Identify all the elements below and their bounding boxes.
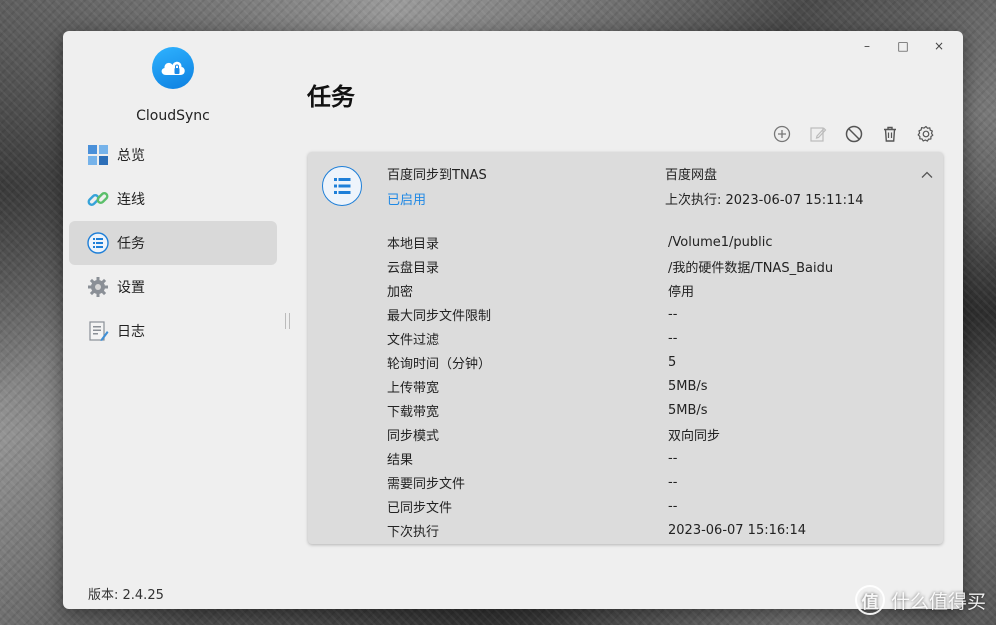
detail-row-next-run: 下次执行 2023-06-07 15:16:14 (387, 518, 927, 542)
detail-value: 双向同步 (668, 428, 721, 444)
site-watermark: 值 什么值得买 (854, 585, 986, 615)
detail-value: 5 (668, 354, 677, 370)
detail-value: 停用 (668, 284, 695, 300)
cloudsync-window: – □ × CloudSync 总览 连线 任务 设置 日志 版本: 2.4.2… (63, 31, 963, 609)
overview-grid-icon (87, 144, 109, 166)
sidebar-nav: 总览 连线 任务 设置 日志 (69, 133, 277, 353)
sidebar-item-connections[interactable]: 连线 (69, 177, 277, 221)
detail-row-sync-mode: 同步模式 双向同步 (387, 422, 927, 446)
collapse-button[interactable] (918, 166, 936, 184)
sidebar-item-label: 连线 (117, 192, 145, 208)
detail-value: -- (668, 306, 678, 322)
sidebar-item-overview[interactable]: 总览 (69, 133, 277, 177)
detail-row-local-dir: 本地目录 /Volume1/public (387, 230, 927, 254)
detail-label: 轮询时间（分钟） (387, 356, 492, 372)
settings-icon (917, 125, 934, 142)
add-task-button[interactable] (764, 122, 800, 146)
sidebar: CloudSync 总览 连线 任务 设置 日志 版本: 2.4.25 (63, 31, 283, 609)
gear-icon (87, 276, 109, 298)
detail-row-encryption: 加密 停用 (387, 278, 927, 302)
detail-label: 已同步文件 (387, 500, 453, 516)
sidebar-resize-handle[interactable] (285, 313, 290, 329)
detail-label: 加密 (387, 284, 414, 300)
sidebar-item-label: 日志 (117, 324, 145, 340)
sidebar-item-settings[interactable]: 设置 (69, 265, 277, 309)
detail-label: 需要同步文件 (387, 476, 466, 492)
detail-value: -- (668, 498, 678, 514)
detail-label: 结果 (387, 452, 414, 468)
detail-value: 5MB/s (668, 402, 708, 418)
edit-task-button[interactable] (800, 122, 836, 146)
task-provider: 百度网盘 (665, 168, 718, 183)
detail-value: /Volume1/public (668, 234, 773, 250)
task-settings-button[interactable] (908, 122, 944, 146)
detail-label: 下载带宽 (387, 404, 440, 420)
sidebar-item-label: 任务 (117, 236, 145, 252)
task-list-icon (87, 232, 109, 254)
watermark-logo-icon: 值 (854, 585, 885, 615)
disable-task-button[interactable] (836, 122, 872, 146)
detail-row-poll-interval: 轮询时间（分钟） 5 (387, 350, 927, 374)
detail-label: 最大同步文件限制 (387, 308, 492, 324)
detail-label: 下次执行 (387, 524, 440, 540)
detail-row-max-file-limit: 最大同步文件限制 -- (387, 302, 927, 326)
version-label: 版本: 2.4.25 (88, 588, 164, 603)
detail-label: 本地目录 (387, 236, 440, 252)
task-card[interactable]: 百度同步到TNAS 已启用 百度网盘 上次执行: 2023-06-07 15:1… (308, 152, 943, 544)
delete-icon (884, 126, 896, 142)
maximize-button[interactable]: □ (885, 35, 921, 57)
disable-icon (845, 125, 863, 143)
window-controls: – □ × (849, 35, 957, 57)
detail-value: /我的硬件数据/TNAS_Baidu (668, 260, 834, 276)
detail-value: 5MB/s (668, 378, 708, 394)
detail-label: 云盘目录 (387, 260, 440, 276)
close-button[interactable]: × (921, 35, 957, 57)
detail-value: -- (668, 474, 678, 490)
detail-label: 同步模式 (387, 428, 440, 444)
task-status: 已启用 (387, 193, 427, 208)
detail-row-synced-files: 已同步文件 -- (387, 494, 927, 518)
cloudsync-logo-icon (152, 47, 194, 89)
minimize-button[interactable]: – (849, 35, 885, 57)
task-list-icon (322, 166, 362, 206)
sidebar-item-tasks[interactable]: 任务 (69, 221, 277, 265)
task-last-run: 上次执行: 2023-06-07 15:11:14 (665, 193, 864, 208)
page-title: 任务 (307, 83, 355, 111)
log-document-icon (87, 320, 109, 342)
detail-value: -- (668, 330, 678, 346)
detail-row-result: 结果 -- (387, 446, 927, 470)
detail-row-file-filter: 文件过滤 -- (387, 326, 927, 350)
chevron-up-icon (921, 171, 933, 178)
sidebar-item-logs[interactable]: 日志 (69, 309, 277, 353)
sidebar-item-label: 设置 (117, 280, 145, 296)
link-icon (87, 188, 109, 210)
app-name: CloudSync (136, 108, 210, 124)
edit-icon (810, 127, 827, 142)
detail-value: 2023-06-07 15:16:14 (668, 522, 807, 538)
detail-label: 文件过滤 (387, 332, 440, 348)
detail-row-download-bandwidth: 下载带宽 5MB/s (387, 398, 927, 422)
detail-row-upload-bandwidth: 上传带宽 5MB/s (387, 374, 927, 398)
watermark-text: 什么值得买 (890, 590, 986, 613)
sidebar-item-label: 总览 (117, 148, 145, 164)
delete-task-button[interactable] (872, 122, 908, 146)
detail-row-pending-files: 需要同步文件 -- (387, 470, 927, 494)
detail-row-cloud-dir: 云盘目录 /我的硬件数据/TNAS_Baidu (387, 254, 927, 278)
add-icon (773, 125, 791, 143)
task-details: 本地目录 /Volume1/public 云盘目录 /我的硬件数据/TNAS_B… (387, 230, 927, 542)
detail-label: 上传带宽 (387, 380, 440, 396)
task-name: 百度同步到TNAS (387, 168, 487, 183)
detail-value: -- (668, 450, 678, 466)
task-toolbar (764, 122, 944, 146)
